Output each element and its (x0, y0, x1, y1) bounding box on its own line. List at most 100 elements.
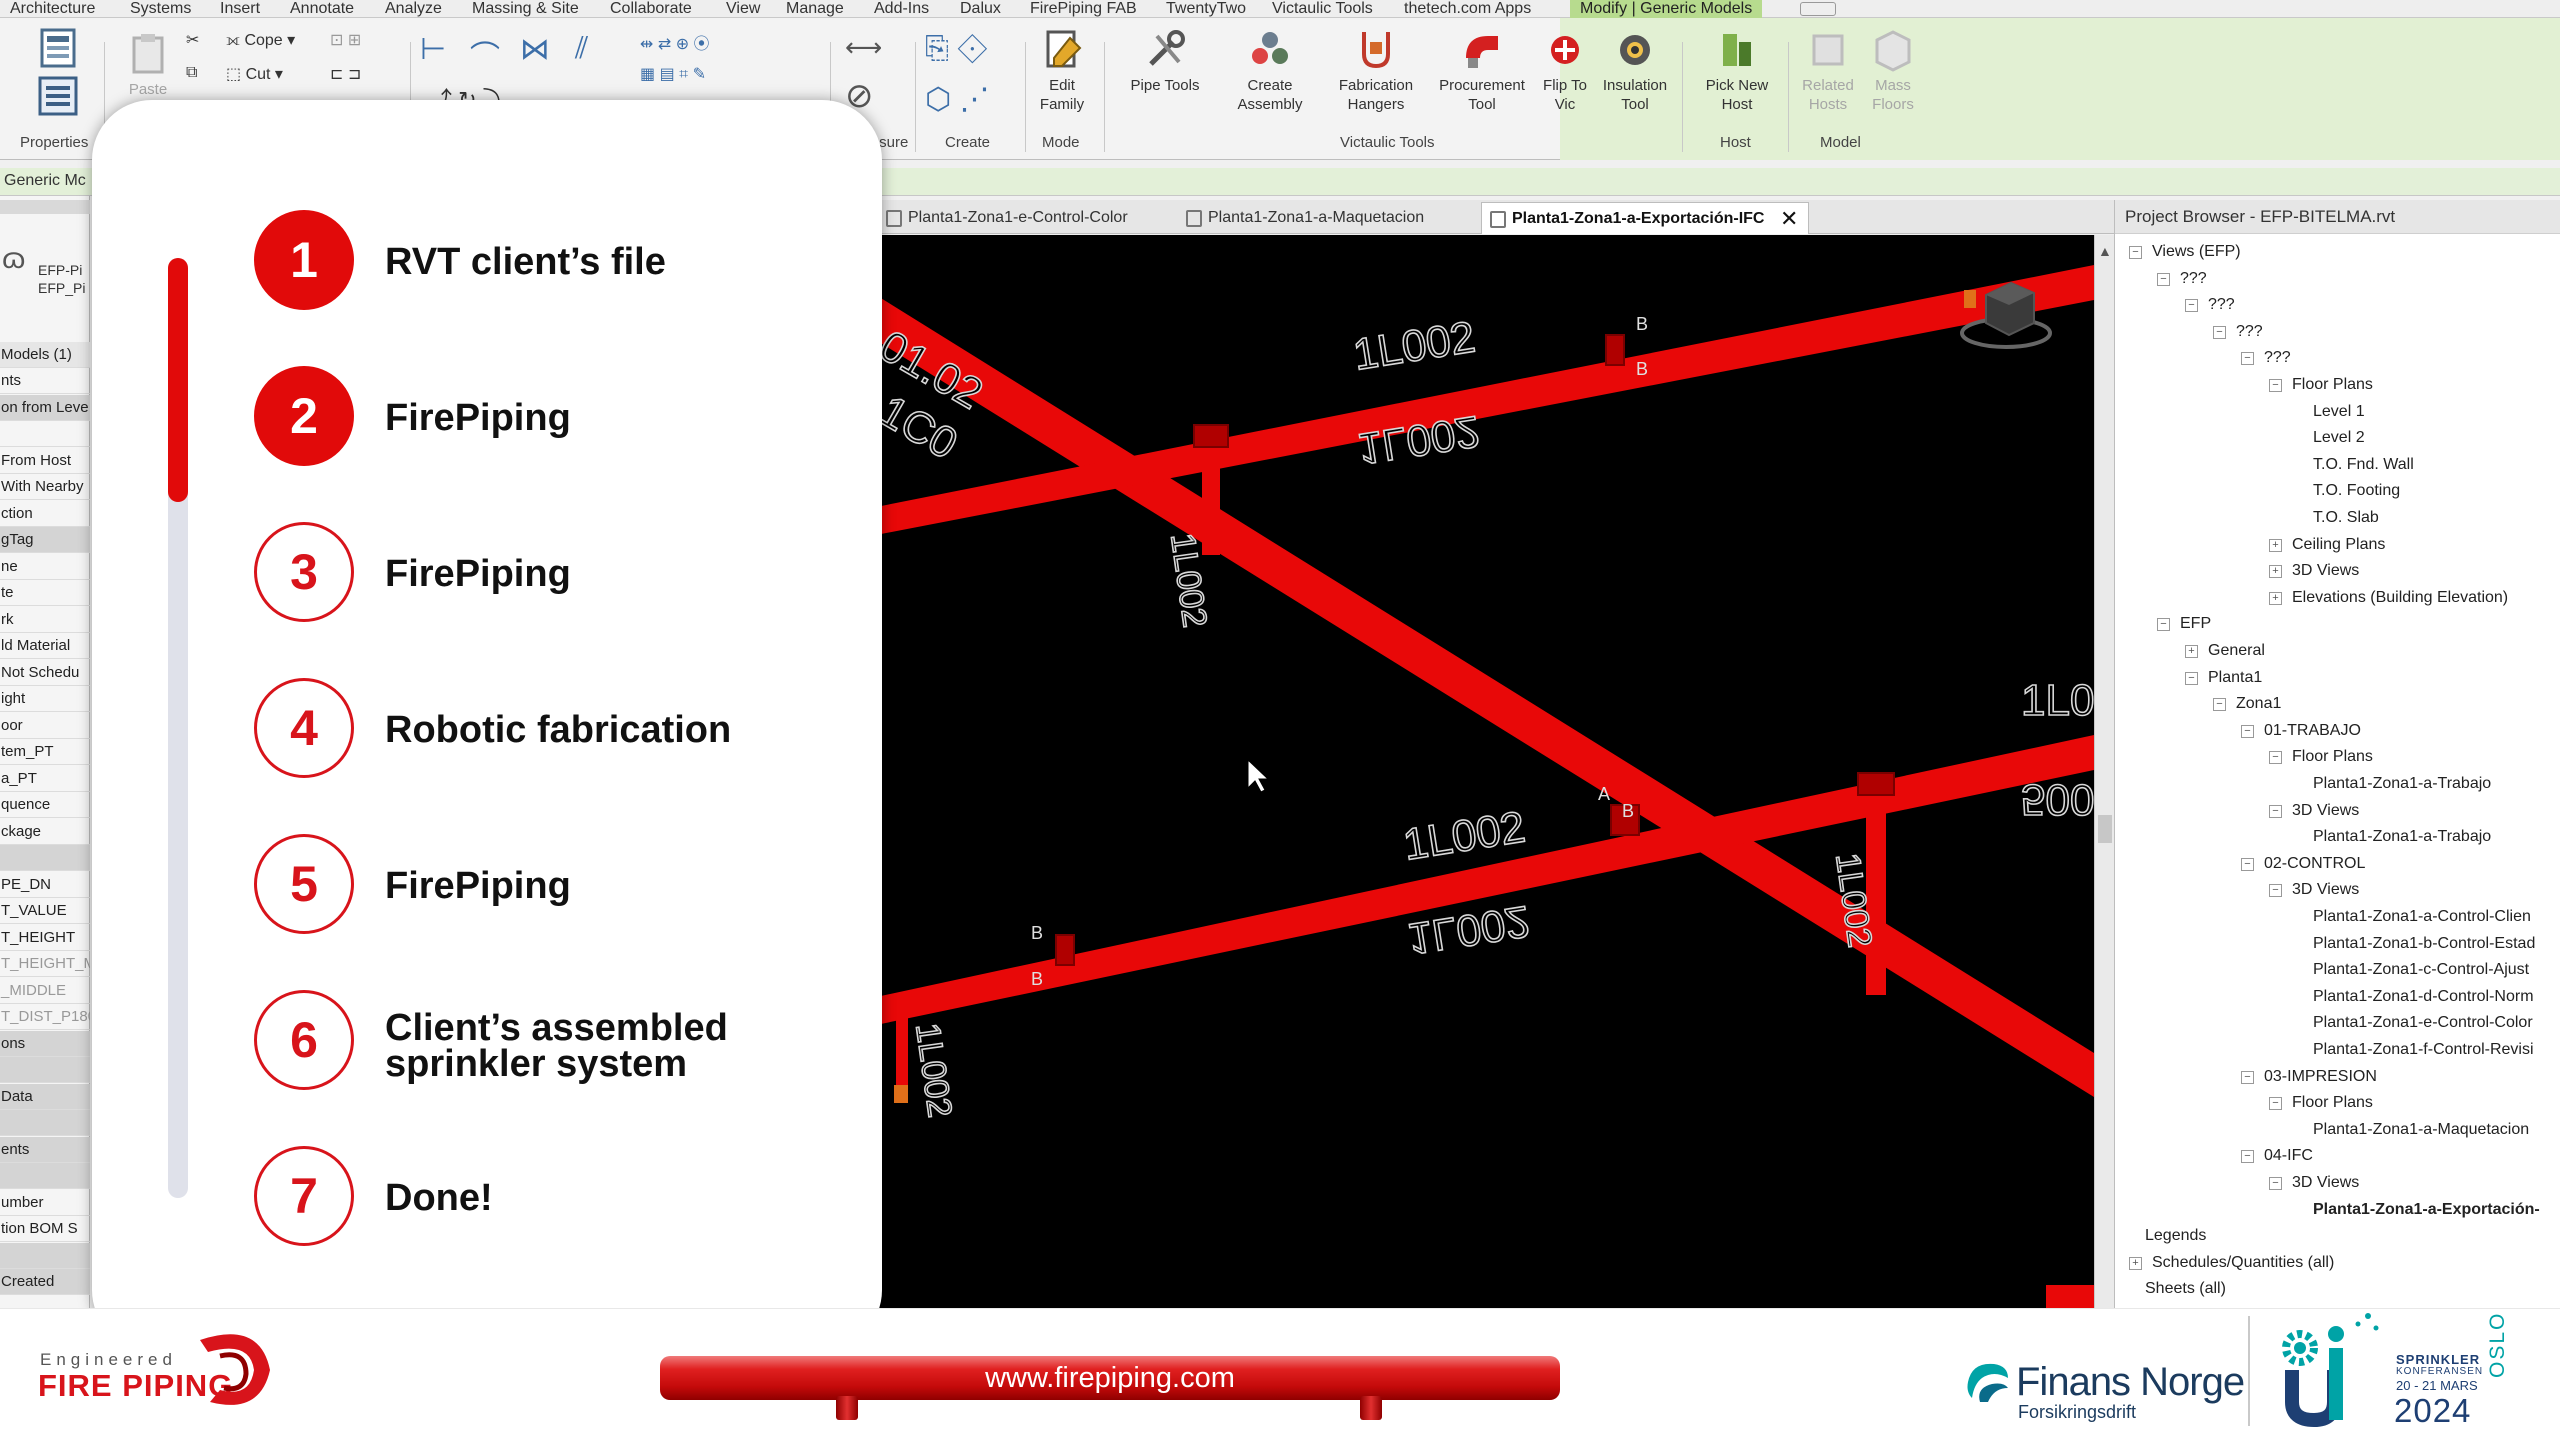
array-icon[interactable]: ▦ ▤ ⌗ ✎ (640, 64, 706, 84)
property-row[interactable]: Not Schedu (0, 660, 90, 686)
viewport-scrollbar[interactable]: ▲ (2094, 235, 2114, 1308)
browser-tree-item[interactable]: Planta1-Zona1-b-Control-Estad (2297, 933, 2535, 954)
browser-tree-item[interactable]: −??? (2157, 269, 2207, 289)
property-row[interactable]: PE_DN (0, 872, 90, 898)
property-row[interactable]: nts (0, 368, 90, 394)
browser-tree-item[interactable]: −3D Views (2269, 1173, 2359, 1193)
cope-button[interactable]: ⟗ Cope ▾ (226, 30, 295, 50)
property-row[interactable] (0, 421, 90, 447)
property-row[interactable]: Data (0, 1083, 90, 1110)
tab-thetech-apps[interactable]: thetech.com Apps (1404, 0, 1531, 18)
expand-icon[interactable]: + (2269, 591, 2282, 605)
collapse-icon[interactable]: − (2241, 352, 2254, 366)
view-tab-exportacion-ifc[interactable]: Planta1-Zona1-a-Exportación-IFC ✕ (1481, 202, 1810, 235)
collapse-icon[interactable]: − (2241, 724, 2254, 738)
mirror-draw-icon[interactable]: ⫽ (575, 32, 588, 66)
property-row[interactable]: ne (0, 554, 90, 580)
property-row[interactable]: a_PT (0, 766, 90, 792)
browser-tree-item[interactable]: − Floor Plans (2269, 375, 2373, 395)
offset-icon[interactable]: ⌒ (470, 32, 500, 76)
collapse-icon[interactable]: − (2129, 246, 2142, 259)
browser-tree-item[interactable]: Planta1-Zona1-e-Control-Color (2297, 1013, 2533, 1033)
tab-massing-site[interactable]: Massing & Site (472, 0, 579, 18)
browser-tree-item[interactable]: −3D Views (2269, 801, 2359, 821)
property-row[interactable] (0, 845, 90, 871)
move-icon[interactable]: ⇹ ⇄ ⊕ ⦿ (640, 30, 710, 54)
browser-tree-item[interactable]: Planta1-Zona1-a-Maquetacion (2297, 1119, 2529, 1140)
property-row[interactable]: te (0, 580, 90, 606)
collapse-icon[interactable]: − (2269, 884, 2282, 898)
pick-new-host-button[interactable]: Pick New Host (1695, 28, 1779, 114)
close-tab-icon[interactable]: ✕ (1780, 203, 1798, 235)
measure-icon[interactable]: ⟷ (845, 32, 882, 63)
browser-tree-item[interactable]: T.O. Footing (2297, 481, 2400, 501)
property-row[interactable]: umber (0, 1190, 90, 1216)
split-icon[interactable]: ⊏ ⊐ (330, 64, 361, 84)
view-tab-maquetacion[interactable]: Planta1-Zona1-a-Maquetacion (1178, 202, 1478, 234)
browser-tree-item[interactable]: Planta1-Zona1-d-Control-Norm (2297, 986, 2534, 1007)
property-row[interactable]: T_HEIGHT (0, 925, 90, 951)
tab-analyze[interactable]: Analyze (385, 0, 442, 18)
tab-victaulic-tools[interactable]: Victaulic Tools (1272, 0, 1373, 18)
browser-tree-item[interactable]: Planta1-Zona1-a-Trabajo (2297, 827, 2491, 847)
collapse-icon[interactable]: − (2269, 751, 2282, 765)
browser-tree-item[interactable]: + Schedules/Quantities (all) (2129, 1253, 2334, 1273)
property-row[interactable]: T_HEIGHT_M (0, 951, 90, 977)
paste-button[interactable]: Paste (120, 32, 176, 99)
edit-family-button[interactable]: Edit Family (1030, 28, 1094, 114)
property-row[interactable] (0, 1163, 90, 1189)
property-row[interactable]: on from Leve (0, 394, 90, 421)
browser-tree-item[interactable]: Planta1-Zona1-a-Exportación- (2297, 1199, 2540, 1220)
cut-button[interactable]: ⬚ Cut ▾ (226, 64, 283, 84)
flip-to-vic-button[interactable]: Flip To Vic (1535, 28, 1595, 114)
expand-icon[interactable]: + (2269, 565, 2282, 579)
type-selector-value[interactable]: Generic Mc (4, 172, 86, 190)
collapse-icon[interactable]: − (2241, 857, 2254, 871)
collapse-icon[interactable]: − (2185, 299, 2198, 313)
create-parts-icon[interactable]: ⎘ ⟐ (925, 32, 987, 66)
align-icon[interactable]: ⊢ (420, 32, 446, 67)
procurement-tool-button[interactable]: Procurement Tool (1432, 28, 1532, 114)
browser-tree-item[interactable]: Planta1-Zona1-f-Control-Revisi (2297, 1040, 2534, 1060)
collapse-icon[interactable]: − (2185, 671, 2198, 685)
property-row[interactable] (0, 1057, 90, 1083)
related-hosts-button[interactable]: Related Hosts (1795, 28, 1861, 114)
tab-collaborate[interactable]: Collaborate (610, 0, 692, 18)
browser-tree-item[interactable]: Sheets (all) (2129, 1279, 2226, 1299)
tab-view[interactable]: View (726, 0, 760, 18)
tab-systems[interactable]: Systems (130, 0, 191, 18)
tab-firepiping-fab[interactable]: FirePiping FAB (1030, 0, 1137, 18)
tab-dalux[interactable]: Dalux (960, 0, 1001, 18)
expand-icon[interactable]: + (2269, 538, 2282, 552)
property-row[interactable]: T_VALUE (0, 898, 90, 924)
properties-button[interactable] (20, 26, 96, 122)
create-group-icon[interactable]: ⬡ ⋰ (925, 82, 990, 117)
browser-tree-item[interactable]: T.O. Fnd. Wall (2297, 454, 2414, 475)
collapse-icon[interactable]: − (2269, 1097, 2282, 1111)
browser-tree-item[interactable]: −??? (2185, 295, 2235, 315)
property-row[interactable]: quence (0, 792, 90, 818)
property-row[interactable]: tion BOM S (0, 1216, 90, 1242)
browser-tree-item[interactable]: −3D Views (2269, 880, 2359, 900)
browser-tree-item[interactable]: Legends (2129, 1226, 2206, 1246)
collapse-icon[interactable]: − (2213, 325, 2226, 339)
insulation-tool-button[interactable]: Insulation Tool (1595, 28, 1675, 114)
property-row[interactable]: tem_PT (0, 739, 90, 765)
browser-tree-item[interactable]: + General (2185, 641, 2265, 661)
browser-tree-item[interactable]: −03-IMPRESION (2241, 1067, 2377, 1087)
instance-filter[interactable]: Models (1) (0, 342, 90, 368)
scroll-thumb[interactable] (2098, 815, 2112, 843)
property-row[interactable]: ons (0, 1030, 90, 1057)
browser-tree-item[interactable]: − Floor Plans (2269, 747, 2373, 767)
cut-geometry-icon[interactable]: ✂ (186, 30, 199, 50)
property-row[interactable]: gTag (0, 527, 90, 553)
browser-tree-item[interactable]: −01-TRABAJO (2241, 721, 2361, 741)
collapse-icon[interactable]: − (2241, 1150, 2254, 1164)
tab-insert[interactable]: Insert (220, 0, 260, 18)
browser-tree-item[interactable]: −??? (2213, 322, 2263, 342)
property-row[interactable]: ckage (0, 819, 90, 845)
mirror-axis-icon[interactable]: ⋈ (520, 32, 550, 67)
join-icon[interactable]: ⊡ ⊞ (330, 30, 361, 50)
property-row[interactable]: ight (0, 686, 90, 712)
create-assembly-button[interactable]: Create Assembly (1225, 28, 1315, 114)
